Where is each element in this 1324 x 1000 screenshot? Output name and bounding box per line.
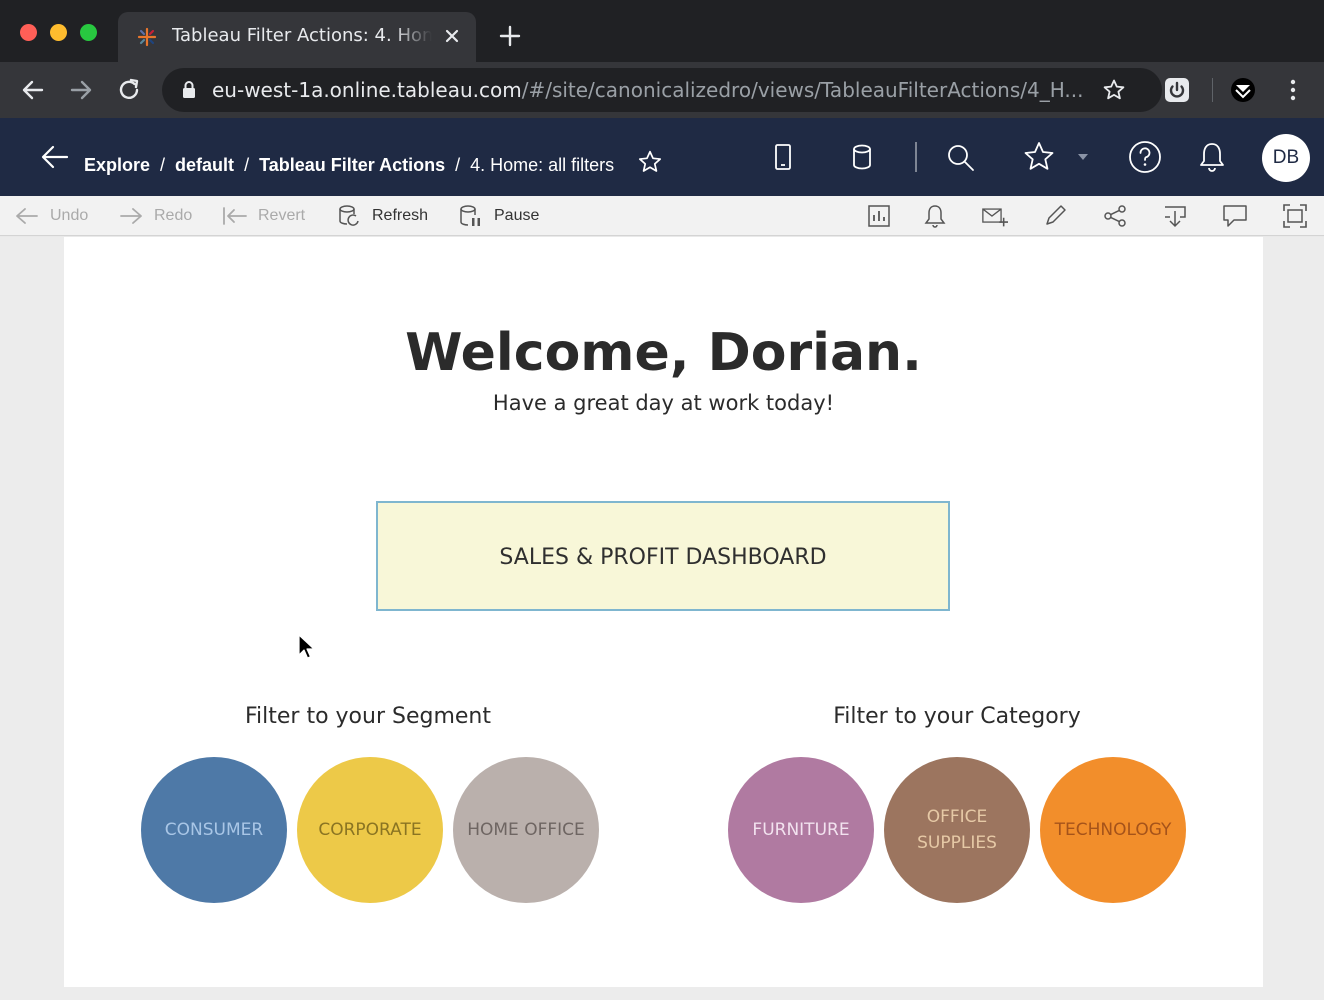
refresh-label: Refresh [372,207,429,224]
download-icon[interactable] [1162,203,1188,229]
back-arrow-icon[interactable] [20,77,46,103]
breadcrumb: Explore / default / Tableau Filter Actions/4… [84,145,663,176]
category-furniture-label: FURNITURE [752,820,850,840]
segment-home-office-button[interactable]: HOME OFFICE [453,757,599,903]
toolbar-divider [1212,78,1213,102]
revert-label: Revert [258,207,306,224]
device-preview-icon[interactable] [766,140,800,174]
share-icon[interactable] [1102,203,1128,229]
download-extension-icon[interactable] [1230,77,1256,103]
forward-arrow-icon[interactable] [68,77,94,103]
segment-corporate-button[interactable]: CORPORATE [297,757,443,903]
office-supplies-line2: SUPPLIES [917,833,997,853]
notifications-bell-icon[interactable] [1195,140,1229,174]
data-source-icon[interactable] [845,140,879,174]
segment-corporate-label: CORPORATE [318,820,422,840]
bookmark-star-icon[interactable] [1102,78,1126,102]
close-icon[interactable] [440,24,464,48]
alert-bell-icon[interactable] [922,203,948,229]
browser-toolbar: eu-west-1a.online.tableau.com/#/site/can… [0,62,1324,118]
url-text: eu-west-1a.online.tableau.com/#/site/can… [212,78,1084,102]
dashboard-button-label: SALES & PROFIT DASHBOARD [499,545,827,570]
revert-button[interactable]: Revert [222,204,305,228]
comment-icon[interactable] [1222,203,1248,229]
tableau-favicon-icon [137,27,157,47]
tableau-header: Explore / default / Tableau Filter Actions/4… [0,118,1324,196]
category-technology-label: TECHNOLOGY [1054,820,1172,840]
reload-icon[interactable] [116,77,142,103]
lock-icon [183,81,195,98]
window-maximize-button[interactable] [80,24,97,41]
breadcrumb-explore[interactable]: Explore [84,155,150,175]
refresh-button[interactable]: Refresh [336,204,428,228]
url-host: eu-west-1a.online.tableau.com [212,78,522,102]
user-avatar[interactable]: DB [1262,134,1310,182]
segment-consumer-button[interactable]: CONSUMER [141,757,287,903]
segment-home-office-label: HOME OFFICE [467,820,585,840]
fullscreen-icon[interactable] [1282,203,1308,229]
browser-tab[interactable]: Tableau Filter Actions: 4. Home: all fil… [118,12,476,62]
window-minimize-button[interactable] [50,24,67,41]
favorites-star-icon[interactable] [1022,140,1056,174]
office-supplies-line1: OFFICE [926,807,988,827]
tab-title: Tableau Filter Actions: 4. Home: all fil… [172,25,432,46]
redo-arrow-icon [120,208,142,224]
category-filter-title: Filter to your Category [833,704,1081,729]
edit-pencil-icon[interactable] [1042,203,1068,229]
segment-filter-title: Filter to your Segment [244,704,492,729]
browser-tabstrip: Tableau Filter Actions: 4. Home: all fil… [0,0,1324,62]
metrics-chart-icon[interactable] [866,203,892,229]
back-arrow-icon[interactable] [40,142,70,172]
welcome-heading: Welcome, Dorian. [405,323,922,383]
category-office-supplies-label: OFFICE SUPPLIES [917,804,997,856]
search-icon[interactable] [943,140,977,174]
mouse-cursor-icon [298,634,315,659]
redo-button[interactable]: Redo [118,204,192,228]
url-path: /#/site/canonicalizedro/views/TableauFil… [521,78,1084,102]
pause-label: Pause [494,207,540,224]
favorite-star-icon[interactable] [637,149,663,175]
revert-icon [223,207,247,225]
category-technology-button[interactable]: TECHNOLOGY [1040,757,1186,903]
more-menu-icon[interactable] [1280,77,1306,103]
category-office-supplies-button[interactable]: OFFICE SUPPLIES [884,757,1030,903]
help-icon[interactable] [1128,140,1162,174]
undo-arrow-icon [16,208,38,224]
undo-button[interactable]: Undo [14,204,88,228]
view-toolbar: Undo Redo Revert Refresh Pause [0,196,1324,236]
refresh-icon [339,205,359,226]
breadcrumb-view: 4. Home: all filters [470,155,615,175]
power-extension-icon[interactable] [1164,77,1190,103]
header-divider [915,142,917,172]
new-tab-plus-icon[interactable] [498,24,522,48]
chevron-down-icon[interactable] [1070,140,1104,174]
breadcrumb-workbook[interactable]: Tableau Filter Actions [259,155,445,175]
breadcrumb-project[interactable]: default [175,155,234,175]
pause-button[interactable]: Pause [458,204,539,228]
segment-consumer-label: CONSUMER [164,820,264,840]
window-close-button[interactable] [20,24,37,41]
welcome-subtitle: Have a great day at work today! [492,391,835,415]
pause-icon [460,205,480,226]
redo-label: Redo [154,207,193,224]
subscribe-mail-icon[interactable] [982,203,1008,229]
category-furniture-button[interactable]: FURNITURE [728,757,874,903]
dashboard: Welcome, Dorian. Have a great day at wor… [64,237,1263,987]
address-bar[interactable]: eu-west-1a.online.tableau.com/#/site/can… [162,68,1162,112]
undo-label: Undo [50,207,89,224]
sales-profit-dashboard-button[interactable]: SALES & PROFIT DASHBOARD [376,501,950,611]
